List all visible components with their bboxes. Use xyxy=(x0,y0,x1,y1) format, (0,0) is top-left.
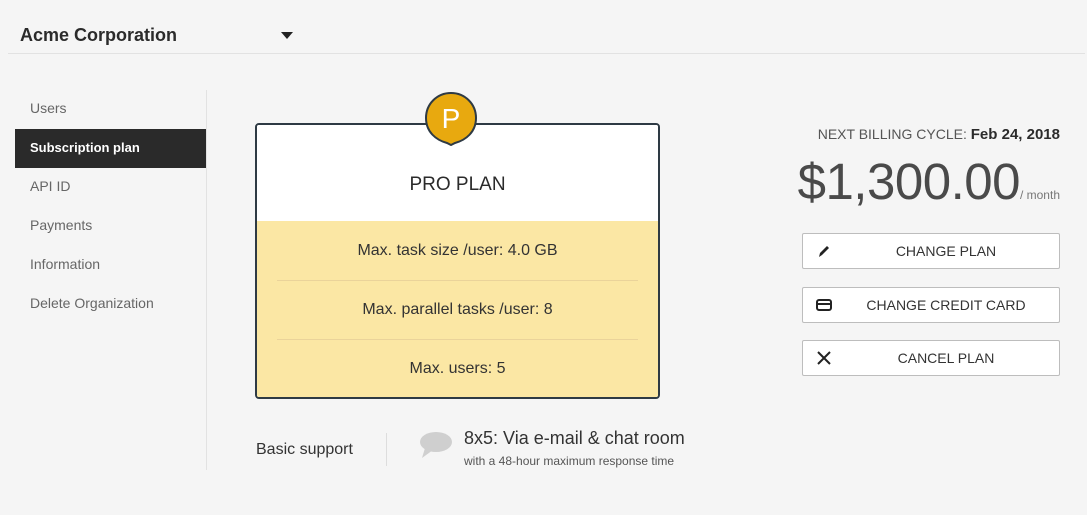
sidebar-item-information[interactable]: Information xyxy=(15,246,206,285)
org-name[interactable]: Acme Corporation xyxy=(20,25,177,46)
close-icon xyxy=(817,351,831,365)
org-header: Acme Corporation xyxy=(8,10,1085,54)
plan-feature: Max. parallel tasks /user: 8 xyxy=(257,280,658,339)
billing-cycle-date: Feb 24, 2018 xyxy=(970,126,1060,143)
plan-name: PRO PLAN xyxy=(409,174,506,195)
sidebar-item-delete-organization[interactable]: Delete Organization xyxy=(15,285,206,324)
cancel-plan-label: CANCEL PLAN xyxy=(897,350,995,366)
support-response-time: with a 48-hour maximum response time xyxy=(464,454,675,468)
change-credit-card-button[interactable]: CHANGE CREDIT CARD xyxy=(802,287,1060,323)
cancel-plan-button[interactable]: CANCEL PLAN xyxy=(802,340,1060,376)
billing-cycle-label: NEXT BILLING CYCLE: xyxy=(817,126,967,142)
change-plan-label: CHANGE PLAN xyxy=(895,243,997,259)
plan-card: PRO PLAN Max. task size /user: 4.0 GB Ma… xyxy=(255,123,660,399)
plan-badge-letter: P xyxy=(442,103,461,134)
sidebar: Users Subscription plan API ID Payments … xyxy=(15,90,207,470)
credit-card-icon xyxy=(816,299,832,311)
plan-badge-icon: P xyxy=(425,92,477,146)
chat-bubble-icon xyxy=(420,432,452,458)
pencil-icon xyxy=(819,246,829,257)
price-unit: / month xyxy=(1019,188,1060,202)
sidebar-item-api-id[interactable]: API ID xyxy=(15,168,206,207)
support-description: 8x5: Via e-mail & chat room xyxy=(464,428,685,448)
support-divider xyxy=(386,433,387,466)
sidebar-item-subscription-plan[interactable]: Subscription plan xyxy=(15,129,206,168)
plan-feature: Max. task size /user: 4.0 GB xyxy=(357,242,558,259)
next-billing-cycle: NEXT BILLING CYCLE: Feb 24, 2018 xyxy=(818,126,1060,143)
org-dropdown-caret-icon[interactable] xyxy=(281,32,293,39)
sidebar-item-users[interactable]: Users xyxy=(15,90,206,129)
support-tier-label: Basic support xyxy=(256,441,353,458)
plan-features: Max. task size /user: 4.0 GB Max. parall… xyxy=(257,221,658,397)
price-amount: $1,300.00 xyxy=(797,153,1021,210)
sidebar-item-payments[interactable]: Payments xyxy=(15,207,206,246)
change-plan-button[interactable]: CHANGE PLAN xyxy=(802,233,1060,269)
plan-feature: Max. users: 5 xyxy=(257,339,658,397)
plan-price: $1,300.00/ month xyxy=(798,152,1060,211)
change-credit-card-label: CHANGE CREDIT CARD xyxy=(866,297,1026,313)
